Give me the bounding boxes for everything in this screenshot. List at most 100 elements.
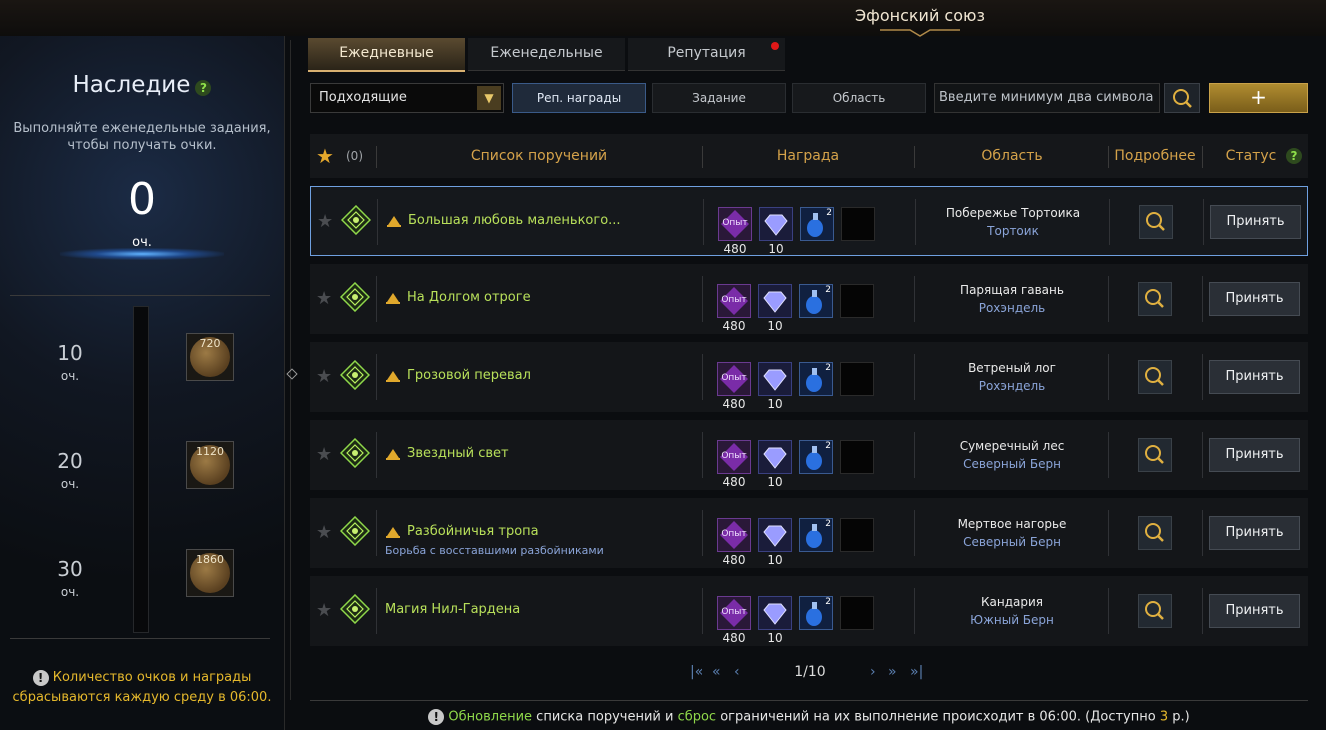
potion-reward-icon[interactable]: 2 — [800, 207, 834, 241]
accept-button[interactable]: Принять — [1209, 594, 1300, 628]
row-divider — [1202, 432, 1203, 478]
header-area: Область — [981, 148, 1043, 164]
tab-reputation[interactable]: Репутация — [628, 38, 785, 71]
accept-button[interactable]: Принять — [1209, 282, 1300, 316]
accept-button[interactable]: Принять — [1210, 205, 1301, 239]
quest-name[interactable]: Разбойничья тропа — [407, 524, 539, 539]
tab-weekly[interactable]: Еженедельные — [468, 38, 625, 71]
xp-reward-icon[interactable]: Опыт — [717, 596, 751, 630]
milestone-value: 10 — [57, 341, 83, 365]
reputation-gem-icon[interactable] — [758, 440, 792, 474]
potion-reward-icon[interactable]: 2 — [799, 284, 833, 318]
add-button[interactable]: + — [1209, 83, 1308, 113]
reputation-flag-icon — [386, 527, 400, 538]
row-divider — [1202, 276, 1203, 322]
quest-emblem-icon — [340, 360, 370, 390]
search-icon — [1145, 289, 1164, 308]
details-button[interactable] — [1138, 516, 1172, 550]
favorite-star-icon[interactable]: ★ — [316, 366, 332, 387]
milestone-reward-coin-icon[interactable]: 1860 — [186, 549, 234, 597]
next-ten-icon[interactable]: » — [888, 664, 897, 680]
table-row[interactable]: ★ Большая любовь маленького... Опыт 480 10 2 П… — [310, 186, 1308, 256]
reputation-gem-icon[interactable] — [759, 207, 793, 241]
potion-reward-icon[interactable]: 2 — [799, 518, 833, 552]
filter-rep-rewards-button[interactable]: Реп. награды — [512, 83, 646, 113]
table-row[interactable]: ★ Грозовой перевал Опыт 480 10 2 Ветреный лог Р… — [310, 342, 1308, 412]
table-row[interactable]: ★ Звездный свет Опыт 480 10 2 Сумеречный лес Се… — [310, 420, 1308, 490]
resize-handle-icon[interactable] — [286, 368, 298, 380]
favorite-star-icon[interactable]: ★ — [316, 522, 332, 543]
details-button[interactable] — [1138, 360, 1172, 394]
reputation-amount: 10 — [767, 475, 783, 489]
search-input[interactable]: Введите минимум два символа — [934, 83, 1160, 113]
quest-name[interactable]: Большая любовь маленького... — [408, 213, 621, 228]
potion-reward-icon[interactable]: 2 — [799, 596, 833, 630]
xp-reward-icon[interactable]: Опыт — [717, 362, 751, 396]
quest-region: Южный Берн — [970, 613, 1054, 627]
details-button[interactable] — [1138, 594, 1172, 628]
milestone-reward-amount: 1120 — [196, 445, 224, 458]
row-divider — [702, 432, 703, 478]
favorites-count: (0) — [346, 149, 363, 163]
next-page-icon[interactable]: › — [870, 664, 876, 680]
table-row[interactable]: ★ Разбойничья тропа Борьба с восставшими р… — [310, 498, 1308, 568]
favorite-star-icon[interactable]: ★ — [316, 288, 332, 309]
favorite-star-icon[interactable]: ★ — [317, 211, 333, 232]
accept-button[interactable]: Принять — [1209, 516, 1300, 550]
prev-page-icon[interactable]: ‹ — [734, 664, 740, 680]
details-button[interactable] — [1138, 438, 1172, 472]
status-help-icon[interactable]: ? — [1286, 148, 1302, 164]
reputation-gem-icon[interactable] — [758, 362, 792, 396]
favorite-star-icon[interactable]: ★ — [316, 444, 332, 465]
milestone-reward-coin-icon[interactable]: 1120 — [186, 441, 234, 489]
window-header: Эфонский союз — [0, 0, 1326, 37]
chevron-down-icon[interactable]: ▼ — [477, 86, 501, 110]
quest-name[interactable]: Грозовой перевал — [407, 368, 531, 383]
milestone-reward-coin-icon[interactable]: 720 — [186, 333, 234, 381]
row-divider — [1202, 510, 1203, 556]
reputation-gem-icon[interactable] — [758, 596, 792, 630]
quest-name[interactable]: Магия Нил-Гардена — [385, 602, 520, 617]
xp-reward-icon[interactable]: Опыт — [718, 207, 752, 241]
reset-note: ! Количество очков и награды сбрасываютс… — [0, 668, 284, 708]
last-page-icon[interactable]: »| — [910, 664, 923, 680]
filter-dropdown[interactable]: Подходящие ▼ — [310, 83, 504, 113]
xp-amount: 480 — [722, 319, 746, 333]
xp-reward-icon[interactable]: Опыт — [717, 518, 751, 552]
filter-area-button[interactable]: Область — [792, 83, 926, 113]
reputation-gem-icon[interactable] — [758, 518, 792, 552]
empty-reward-slot — [841, 207, 875, 241]
milestone-value: 30 — [57, 557, 83, 581]
milestone-unit: оч. — [60, 585, 80, 599]
accept-button[interactable]: Принять — [1209, 360, 1300, 394]
filter-task-button[interactable]: Задание — [652, 83, 786, 113]
search-icon — [1146, 212, 1165, 231]
xp-reward-icon[interactable]: Опыт — [717, 284, 751, 318]
reputation-gem-icon[interactable] — [758, 284, 792, 318]
favorite-star-icon[interactable]: ★ — [316, 144, 334, 168]
tab-daily[interactable]: Ежедневные — [308, 38, 465, 72]
details-button[interactable] — [1139, 205, 1173, 239]
xp-reward-icon[interactable]: Опыт — [717, 440, 751, 474]
quest-name[interactable]: Звездный свет — [407, 446, 509, 461]
refresh-text-3: р.) — [1168, 709, 1190, 725]
first-page-icon[interactable]: |« — [690, 664, 703, 680]
table-row[interactable]: ★ Магия Нил-Гардена Опыт 480 10 2 Кандария Южны… — [310, 576, 1308, 646]
favorite-star-icon[interactable]: ★ — [316, 600, 332, 621]
quest-location: Ветреный лог — [968, 361, 1056, 375]
legacy-help-icon[interactable]: ? — [195, 79, 212, 96]
accept-button[interactable]: Принять — [1209, 438, 1300, 472]
milestone-row: 10 оч. 720 — [20, 333, 260, 431]
table-row[interactable]: ★ На Долгом отроге Опыт 480 10 2 Парящая гаван… — [310, 264, 1308, 334]
potion-reward-icon[interactable]: 2 — [799, 440, 833, 474]
quest-name[interactable]: На Долгом отроге — [407, 290, 531, 305]
empty-reward-slot — [840, 440, 874, 474]
filter-dropdown-value: Подходящие — [319, 90, 407, 105]
potion-reward-icon[interactable]: 2 — [799, 362, 833, 396]
reputation-flag-icon — [386, 293, 400, 304]
row-divider — [702, 588, 703, 634]
details-button[interactable] — [1138, 282, 1172, 316]
search-button[interactable] — [1164, 83, 1200, 113]
row-divider — [376, 510, 377, 556]
prev-ten-icon[interactable]: « — [712, 664, 721, 680]
